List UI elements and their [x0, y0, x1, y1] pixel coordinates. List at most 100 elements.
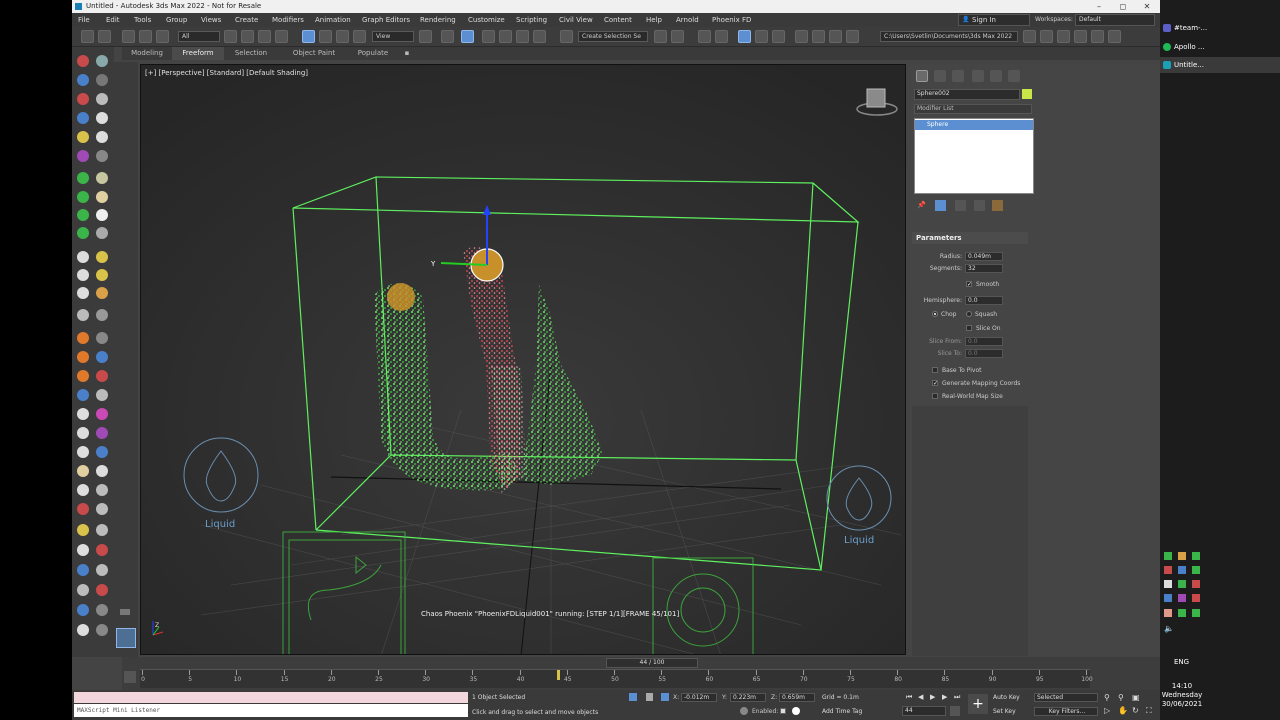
phoenix-wave-icon[interactable] [96, 465, 108, 477]
workspaces-select[interactable]: Default [1075, 14, 1155, 26]
pan-icon[interactable]: ✋ [1118, 706, 1128, 715]
absolute-transform-icon[interactable] [661, 693, 669, 701]
menu-scripting[interactable]: Scripting [516, 13, 547, 27]
display-tab-icon[interactable] [990, 70, 1002, 82]
curve-editor-icon[interactable] [755, 30, 768, 43]
phoenix-liquid-preset-icon[interactable] [96, 191, 108, 203]
schematic-view-icon[interactable] [772, 30, 785, 43]
menu-rendering[interactable]: Rendering [420, 13, 456, 27]
select-rotate-icon[interactable] [319, 30, 332, 43]
remove-modifier-icon[interactable] [974, 200, 985, 211]
phoenix-vortex-icon[interactable] [96, 227, 108, 239]
time-tag-icon[interactable] [740, 707, 748, 715]
selection-lock-icon[interactable] [646, 693, 653, 701]
spinner-snap-icon[interactable] [533, 30, 546, 43]
phoenix-cam-icon[interactable] [96, 564, 108, 576]
radius-field[interactable]: 0.049m [965, 252, 1003, 261]
expand-toggle-icon[interactable] [120, 609, 130, 615]
phoenix-fire-icon[interactable] [1074, 30, 1087, 43]
menu-tools[interactable]: Tools [134, 13, 151, 27]
close-button[interactable]: ✕ [1136, 0, 1158, 13]
prev-frame-icon[interactable]: ◀ [918, 693, 923, 701]
reference-coord-select[interactable]: View [372, 31, 414, 42]
phoenix-cloud-icon[interactable] [96, 524, 108, 536]
open-folder-icon[interactable] [1040, 30, 1053, 43]
object-color-swatch[interactable] [1022, 89, 1032, 99]
menu-animation[interactable]: Animation [315, 13, 351, 27]
tray-icon-4[interactable] [1164, 566, 1172, 574]
set-key-button[interactable]: Set Key [993, 708, 1016, 715]
percent-snap-icon[interactable] [516, 30, 529, 43]
edit-named-sets-icon[interactable] [560, 30, 573, 43]
language-indicator[interactable]: ENG [1174, 658, 1189, 666]
select-object-icon[interactable] [224, 30, 237, 43]
selection-set-select[interactable]: Create Selection Se [578, 31, 648, 42]
menu-edit[interactable]: Edit [106, 13, 120, 27]
phoenix-wind-icon[interactable] [96, 150, 108, 162]
y-field[interactable]: 0.223m [730, 693, 766, 702]
phoenix-fire-sim-icon[interactable] [96, 55, 108, 67]
menu-group[interactable]: Group [166, 13, 187, 27]
phoenix-cube-icon[interactable] [96, 604, 108, 616]
phoenix-multi-icon[interactable] [96, 408, 108, 420]
tab-populate[interactable]: Populate [348, 47, 398, 60]
menu-customize[interactable]: Customize [468, 13, 505, 27]
keyboard-shortcut-override-icon[interactable] [461, 30, 474, 43]
select-place-icon[interactable] [353, 30, 366, 43]
segments-field[interactable]: 32 [965, 264, 1003, 273]
phoenix-settings-icon[interactable] [77, 446, 89, 458]
play-icon[interactable] [77, 251, 89, 263]
tab-selection[interactable]: Selection [226, 47, 276, 60]
tray-icon-15[interactable] [1192, 609, 1200, 617]
menu-file[interactable]: File [78, 13, 90, 27]
menu-graph-editors[interactable]: Graph Editors [362, 13, 410, 27]
phoenix-glass-icon[interactable] [96, 484, 108, 496]
phoenix-mesh-icon[interactable] [77, 209, 89, 221]
time-slider[interactable]: 44 / 100 [606, 658, 698, 668]
isolate-selection-icon[interactable] [629, 693, 637, 701]
ribbon-toggle-icon[interactable] [738, 30, 751, 43]
phoenix-faucet-icon[interactable] [77, 584, 89, 596]
window-crossing-icon[interactable] [275, 30, 288, 43]
align-icon[interactable] [671, 30, 684, 43]
ocean-preset-icon[interactable] [77, 389, 89, 401]
set-keys-icon[interactable]: + [968, 694, 988, 714]
goto-end-icon[interactable]: ⏭ [954, 693, 960, 702]
tab-modeling[interactable]: Modeling [122, 47, 172, 60]
phoenix-cache-icon[interactable] [96, 172, 108, 184]
phoenix-liquid-sim-icon[interactable] [77, 55, 89, 67]
key-selection-select[interactable]: Selected [1034, 693, 1098, 702]
taskbar-item-teams[interactable]: #team-... [1160, 20, 1280, 36]
perspective-viewport[interactable]: Y Z Liquid Liquid [+] [Perspective] [Sta… [140, 64, 906, 655]
base-to-pivot-checkbox[interactable] [932, 367, 938, 373]
tray-icon-3[interactable] [1192, 552, 1200, 560]
menu-create[interactable]: Create [235, 13, 258, 27]
menu-phoenix-fd[interactable]: Phoenix FD [712, 13, 751, 27]
configure-modifier-sets-icon[interactable] [992, 200, 1003, 211]
tray-icon-12[interactable] [1192, 594, 1200, 602]
zoom-icon[interactable]: ⚲ [1104, 693, 1110, 702]
hierarchy-tab-icon[interactable] [952, 70, 964, 82]
tray-icon-5[interactable] [1178, 566, 1186, 574]
bind-space-warp-icon[interactable] [156, 30, 169, 43]
zoom-all-icon[interactable]: ⚲ [1118, 693, 1124, 702]
tab-freeform[interactable]: Freeform [172, 47, 224, 60]
next-frame-icon[interactable]: ▶ [942, 693, 947, 701]
time-config-icon[interactable] [950, 706, 960, 716]
phoenix-about-icon[interactable] [96, 624, 108, 636]
menu-views[interactable]: Views [201, 13, 221, 27]
phoenix-mask-icon[interactable] [77, 150, 89, 162]
select-scale-icon[interactable] [336, 30, 349, 43]
stack-item-sphere[interactable]: Sphere [915, 120, 1033, 130]
toggle-scene-explorer-icon[interactable] [698, 30, 711, 43]
link-icon[interactable] [122, 30, 135, 43]
x-field[interactable]: -0.012m [681, 693, 717, 702]
phoenix-shader-icon[interactable] [77, 131, 89, 143]
modify-tab-icon[interactable] [934, 70, 946, 82]
tray-icon-9[interactable] [1192, 580, 1200, 588]
tab-object-paint[interactable]: Object Paint [282, 47, 346, 60]
phoenix-blue-drop-icon[interactable] [96, 446, 108, 458]
angle-snap-icon[interactable] [499, 30, 512, 43]
phoenix-sun-icon[interactable] [96, 269, 108, 281]
phoenix-light-icon[interactable] [96, 131, 108, 143]
